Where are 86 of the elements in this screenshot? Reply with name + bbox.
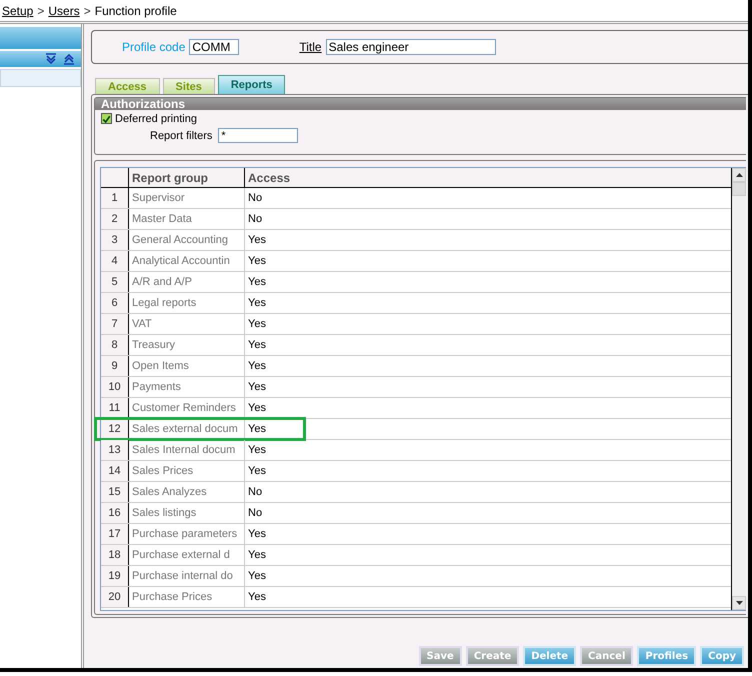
table-cell-text: Yes: [247, 401, 267, 416]
scroll-thumb[interactable]: [732, 182, 746, 196]
table-cell-text: Yes: [247, 527, 267, 542]
breadcrumb-current: Function profile: [94, 4, 177, 18]
table-cell: Treasury: [129, 335, 245, 355]
action-button[interactable]: Copy: [700, 646, 744, 666]
table-cell-text: Yes: [247, 338, 267, 353]
table-cell-text: Yes: [247, 422, 267, 437]
checkbox[interactable]: [101, 113, 112, 124]
row-number: 18: [101, 545, 129, 565]
report-filters-field[interactable]: *: [218, 128, 298, 143]
table-cell-text: Yes: [247, 443, 267, 458]
table-cell: A/R and A/P: [129, 272, 245, 292]
table-cell: Master Data: [129, 209, 245, 229]
table-cell: Sales external docum: [129, 419, 245, 439]
row-number: 16: [101, 503, 129, 523]
table-cell-text: Yes: [247, 275, 267, 290]
table-cell: Legal reports: [129, 293, 245, 313]
table-cell-text: No: [247, 212, 264, 227]
table-cell: General Accounting: [129, 230, 245, 250]
table-cell-text: No: [247, 485, 264, 500]
breadcrumb-separator: >: [37, 4, 44, 18]
table-cell: Sales Analyzes: [129, 482, 245, 502]
breadcrumb-link[interactable]: Setup: [2, 4, 34, 18]
section-header: Authorizations: [95, 98, 746, 110]
row-number: 1: [101, 188, 129, 208]
table-cell-text: Yes: [247, 380, 267, 395]
action-button[interactable]: Profiles: [637, 646, 696, 666]
title-label: Title: [299, 40, 322, 54]
breadcrumb-link[interactable]: Users: [48, 4, 80, 18]
table-cell: Purchase external d: [129, 545, 245, 565]
tab[interactable]: Access: [95, 78, 160, 94]
row-number: 12: [101, 419, 129, 439]
table-cell: Sales listings: [129, 503, 245, 523]
row-number: 9: [101, 356, 129, 376]
table-cell: Purchase parameters: [129, 524, 245, 544]
scroll-down-icon[interactable]: [732, 596, 746, 610]
scrollbar[interactable]: [731, 168, 746, 610]
table-cell-text: No: [247, 191, 264, 206]
action-button[interactable]: Delete: [523, 646, 576, 666]
table-cell: VAT: [129, 314, 245, 334]
row-number: 14: [101, 461, 129, 481]
table-cell: Payments: [129, 377, 245, 397]
row-number: 11: [101, 398, 129, 418]
table-cell-text: Yes: [247, 296, 267, 311]
expand-all-icon[interactable]: [45, 53, 57, 65]
row-number: 15: [101, 482, 129, 502]
row-number: 8: [101, 335, 129, 355]
row-number: 20: [101, 587, 129, 607]
row-number: 10: [101, 377, 129, 397]
table-cell-text: Yes: [247, 233, 267, 248]
table-cell-text: No: [247, 506, 264, 521]
table-cell-text: Yes: [247, 569, 267, 584]
table-cell-text: Yes: [247, 359, 267, 374]
table-cell-text: Yes: [247, 317, 267, 332]
table-cell: Customer Reminders: [129, 398, 245, 418]
table-cell-text: Yes: [247, 254, 267, 269]
row-number: 2: [101, 209, 129, 229]
tab[interactable]: Reports: [218, 75, 286, 94]
table-cell: Sales Prices: [129, 461, 245, 481]
report-filters-label: Report filters: [150, 130, 212, 142]
scroll-up-icon[interactable]: [732, 168, 746, 182]
table-cell: Purchase internal do: [129, 566, 245, 586]
table-cell: Supervisor: [129, 188, 245, 208]
row-number: 19: [101, 566, 129, 586]
breadcrumb-separator: >: [84, 4, 91, 18]
collapse-all-icon[interactable]: [63, 53, 75, 65]
table-cell: Open Items: [129, 356, 245, 376]
table-cell: Analytical Accountin: [129, 251, 245, 271]
checkbox-label: Deferred printing: [115, 112, 197, 124]
row-number: 13: [101, 440, 129, 460]
row-number: 7: [101, 314, 129, 334]
profile-code-field[interactable]: COMM: [189, 39, 240, 55]
profile-code-label: Profile code: [122, 40, 186, 54]
title-field[interactable]: Sales engineer: [326, 39, 496, 55]
table-cell: Sales Internal docum: [129, 440, 245, 460]
table-cell-text: Yes: [247, 548, 267, 563]
table-cell-text: Yes: [247, 590, 267, 605]
tab[interactable]: Sites: [162, 78, 215, 94]
row-number: 5: [101, 272, 129, 292]
row-number: 6: [101, 293, 129, 313]
table-cell-text: Yes: [247, 464, 267, 479]
row-number: 17: [101, 524, 129, 544]
row-number: 4: [101, 251, 129, 271]
row-number: 3: [101, 230, 129, 250]
table-cell: Purchase Prices: [129, 587, 245, 607]
